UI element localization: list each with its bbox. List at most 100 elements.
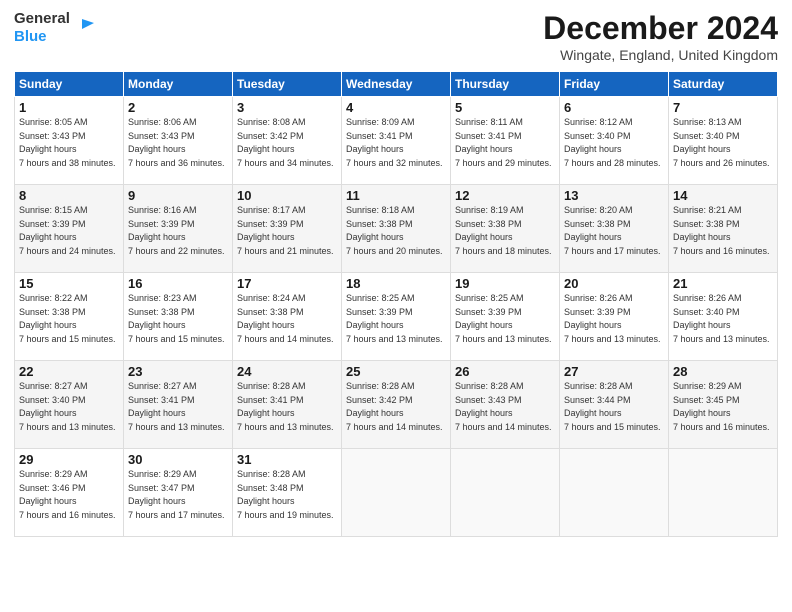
day-info: Sunrise: 8:08 AM Sunset: 3:42 PM Dayligh… (237, 116, 337, 170)
day-number: 11 (346, 188, 446, 203)
month-title: December 2024 (543, 10, 778, 47)
day-info: Sunrise: 8:20 AM Sunset: 3:38 PM Dayligh… (564, 204, 664, 258)
day-info: Sunrise: 8:27 AM Sunset: 3:41 PM Dayligh… (128, 380, 228, 434)
day-number: 15 (19, 276, 119, 291)
calendar-cell: 27 Sunrise: 8:28 AM Sunset: 3:44 PM Dayl… (560, 361, 669, 449)
day-info: Sunrise: 8:17 AM Sunset: 3:39 PM Dayligh… (237, 204, 337, 258)
calendar-cell: 30 Sunrise: 8:29 AM Sunset: 3:47 PM Dayl… (124, 449, 233, 537)
day-number: 19 (455, 276, 555, 291)
calendar-cell: 8 Sunrise: 8:15 AM Sunset: 3:39 PM Dayli… (15, 185, 124, 273)
calendar-header-sunday: Sunday (15, 72, 124, 97)
day-number: 14 (673, 188, 773, 203)
title-block: December 2024 Wingate, England, United K… (543, 10, 778, 63)
calendar-cell: 7 Sunrise: 8:13 AM Sunset: 3:40 PM Dayli… (669, 97, 778, 185)
day-number: 29 (19, 452, 119, 467)
calendar-cell: 31 Sunrise: 8:28 AM Sunset: 3:48 PM Dayl… (233, 449, 342, 537)
day-info: Sunrise: 8:29 AM Sunset: 3:46 PM Dayligh… (19, 468, 119, 522)
day-number: 13 (564, 188, 664, 203)
day-number: 3 (237, 100, 337, 115)
calendar-cell: 15 Sunrise: 8:22 AM Sunset: 3:38 PM Dayl… (15, 273, 124, 361)
calendar-cell: 5 Sunrise: 8:11 AM Sunset: 3:41 PM Dayli… (451, 97, 560, 185)
calendar-cell: 17 Sunrise: 8:24 AM Sunset: 3:38 PM Dayl… (233, 273, 342, 361)
day-info: Sunrise: 8:25 AM Sunset: 3:39 PM Dayligh… (455, 292, 555, 346)
calendar-cell: 13 Sunrise: 8:20 AM Sunset: 3:38 PM Dayl… (560, 185, 669, 273)
calendar-cell: 4 Sunrise: 8:09 AM Sunset: 3:41 PM Dayli… (342, 97, 451, 185)
calendar-cell: 10 Sunrise: 8:17 AM Sunset: 3:39 PM Dayl… (233, 185, 342, 273)
calendar-header-friday: Friday (560, 72, 669, 97)
day-info: Sunrise: 8:27 AM Sunset: 3:40 PM Dayligh… (19, 380, 119, 434)
day-info: Sunrise: 8:25 AM Sunset: 3:39 PM Dayligh… (346, 292, 446, 346)
day-info: Sunrise: 8:16 AM Sunset: 3:39 PM Dayligh… (128, 204, 228, 258)
calendar-cell: 12 Sunrise: 8:19 AM Sunset: 3:38 PM Dayl… (451, 185, 560, 273)
day-info: Sunrise: 8:18 AM Sunset: 3:38 PM Dayligh… (346, 204, 446, 258)
day-info: Sunrise: 8:26 AM Sunset: 3:40 PM Dayligh… (673, 292, 773, 346)
day-info: Sunrise: 8:26 AM Sunset: 3:39 PM Dayligh… (564, 292, 664, 346)
calendar-cell: 3 Sunrise: 8:08 AM Sunset: 3:42 PM Dayli… (233, 97, 342, 185)
logo: General Blue (14, 10, 94, 46)
calendar-cell: 16 Sunrise: 8:23 AM Sunset: 3:38 PM Dayl… (124, 273, 233, 361)
day-info: Sunrise: 8:21 AM Sunset: 3:38 PM Dayligh… (673, 204, 773, 258)
day-info: Sunrise: 8:24 AM Sunset: 3:38 PM Dayligh… (237, 292, 337, 346)
day-info: Sunrise: 8:22 AM Sunset: 3:38 PM Dayligh… (19, 292, 119, 346)
calendar-cell: 24 Sunrise: 8:28 AM Sunset: 3:41 PM Dayl… (233, 361, 342, 449)
calendar-week-row: 1 Sunrise: 8:05 AM Sunset: 3:43 PM Dayli… (15, 97, 778, 185)
calendar-cell: 23 Sunrise: 8:27 AM Sunset: 3:41 PM Dayl… (124, 361, 233, 449)
calendar-header-saturday: Saturday (669, 72, 778, 97)
calendar-header-tuesday: Tuesday (233, 72, 342, 97)
calendar-cell (560, 449, 669, 537)
calendar-cell (451, 449, 560, 537)
day-info: Sunrise: 8:29 AM Sunset: 3:45 PM Dayligh… (673, 380, 773, 434)
day-number: 2 (128, 100, 228, 115)
day-info: Sunrise: 8:09 AM Sunset: 3:41 PM Dayligh… (346, 116, 446, 170)
day-info: Sunrise: 8:05 AM Sunset: 3:43 PM Dayligh… (19, 116, 119, 170)
day-number: 26 (455, 364, 555, 379)
day-number: 28 (673, 364, 773, 379)
day-info: Sunrise: 8:28 AM Sunset: 3:44 PM Dayligh… (564, 380, 664, 434)
calendar-cell: 28 Sunrise: 8:29 AM Sunset: 3:45 PM Dayl… (669, 361, 778, 449)
calendar-header-wednesday: Wednesday (342, 72, 451, 97)
calendar-week-row: 15 Sunrise: 8:22 AM Sunset: 3:38 PM Dayl… (15, 273, 778, 361)
calendar-header-thursday: Thursday (451, 72, 560, 97)
calendar-cell (669, 449, 778, 537)
calendar-week-row: 22 Sunrise: 8:27 AM Sunset: 3:40 PM Dayl… (15, 361, 778, 449)
calendar-cell: 22 Sunrise: 8:27 AM Sunset: 3:40 PM Dayl… (15, 361, 124, 449)
day-info: Sunrise: 8:19 AM Sunset: 3:38 PM Dayligh… (455, 204, 555, 258)
day-info: Sunrise: 8:28 AM Sunset: 3:42 PM Dayligh… (346, 380, 446, 434)
calendar-cell: 20 Sunrise: 8:26 AM Sunset: 3:39 PM Dayl… (560, 273, 669, 361)
day-number: 16 (128, 276, 228, 291)
calendar-week-row: 8 Sunrise: 8:15 AM Sunset: 3:39 PM Dayli… (15, 185, 778, 273)
logo-bird-icon (72, 17, 94, 39)
day-number: 8 (19, 188, 119, 203)
calendar-cell: 2 Sunrise: 8:06 AM Sunset: 3:43 PM Dayli… (124, 97, 233, 185)
day-number: 10 (237, 188, 337, 203)
day-number: 1 (19, 100, 119, 115)
day-number: 5 (455, 100, 555, 115)
day-number: 18 (346, 276, 446, 291)
page: General Blue December 2024 Wingate, Engl… (0, 0, 792, 612)
calendar-cell: 14 Sunrise: 8:21 AM Sunset: 3:38 PM Dayl… (669, 185, 778, 273)
day-info: Sunrise: 8:12 AM Sunset: 3:40 PM Dayligh… (564, 116, 664, 170)
calendar-cell: 21 Sunrise: 8:26 AM Sunset: 3:40 PM Dayl… (669, 273, 778, 361)
day-number: 23 (128, 364, 228, 379)
calendar-cell: 6 Sunrise: 8:12 AM Sunset: 3:40 PM Dayli… (560, 97, 669, 185)
day-info: Sunrise: 8:06 AM Sunset: 3:43 PM Dayligh… (128, 116, 228, 170)
calendar-cell: 1 Sunrise: 8:05 AM Sunset: 3:43 PM Dayli… (15, 97, 124, 185)
day-number: 12 (455, 188, 555, 203)
day-number: 17 (237, 276, 337, 291)
calendar-cell: 9 Sunrise: 8:16 AM Sunset: 3:39 PM Dayli… (124, 185, 233, 273)
calendar-header-row: SundayMondayTuesdayWednesdayThursdayFrid… (15, 72, 778, 97)
calendar-table: SundayMondayTuesdayWednesdayThursdayFrid… (14, 71, 778, 537)
day-number: 4 (346, 100, 446, 115)
day-number: 27 (564, 364, 664, 379)
calendar-cell: 29 Sunrise: 8:29 AM Sunset: 3:46 PM Dayl… (15, 449, 124, 537)
calendar-header-monday: Monday (124, 72, 233, 97)
day-info: Sunrise: 8:28 AM Sunset: 3:43 PM Dayligh… (455, 380, 555, 434)
day-number: 6 (564, 100, 664, 115)
subtitle: Wingate, England, United Kingdom (543, 47, 778, 63)
calendar-cell: 26 Sunrise: 8:28 AM Sunset: 3:43 PM Dayl… (451, 361, 560, 449)
day-info: Sunrise: 8:29 AM Sunset: 3:47 PM Dayligh… (128, 468, 228, 522)
day-info: Sunrise: 8:23 AM Sunset: 3:38 PM Dayligh… (128, 292, 228, 346)
day-info: Sunrise: 8:13 AM Sunset: 3:40 PM Dayligh… (673, 116, 773, 170)
calendar-cell: 11 Sunrise: 8:18 AM Sunset: 3:38 PM Dayl… (342, 185, 451, 273)
day-number: 31 (237, 452, 337, 467)
